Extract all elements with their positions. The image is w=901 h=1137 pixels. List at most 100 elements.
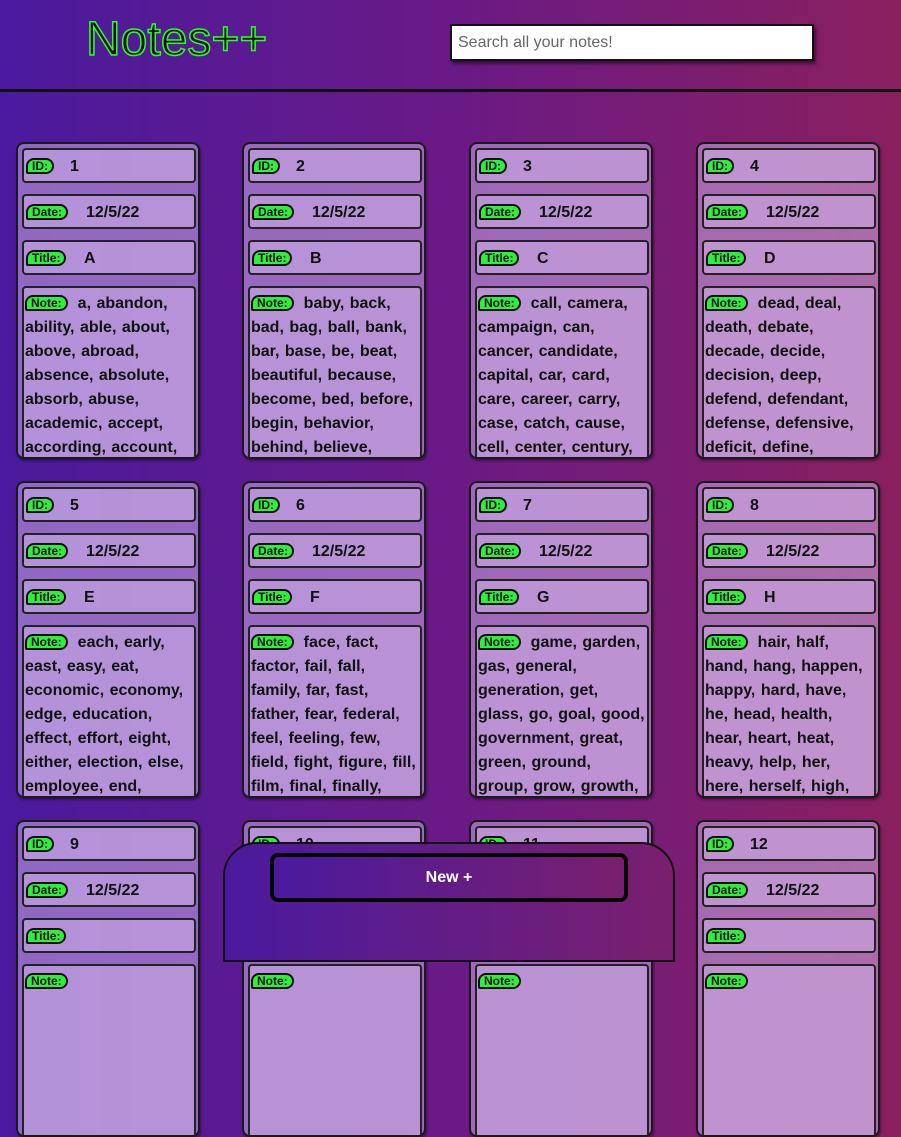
note-title-tag: Title:	[706, 928, 747, 944]
note-title-field: Title: E	[22, 579, 196, 614]
note-id-tag: ID:	[706, 497, 734, 513]
note-body: Note: each, early, east, easy, eat, econo…	[24, 631, 194, 796]
note-date-tag: Date:	[26, 204, 69, 220]
note-title-field: Title: D	[702, 240, 876, 275]
note-text: dead, deal, death, debate, decade, decid…	[705, 295, 854, 456]
note-id-tag: ID:	[706, 158, 734, 174]
note-title-field: Title: G	[475, 579, 649, 614]
note-date-tag: Date:	[252, 543, 295, 559]
note-title-value: B	[310, 250, 322, 267]
note-body: Note:	[704, 970, 874, 994]
note-card[interactable]: ID: 5 Date: 12/5/22 Title: E Note: each, early,…	[16, 481, 200, 798]
note-tag: Note:	[25, 634, 68, 650]
note-date-value: 12/5/22	[86, 204, 140, 221]
note-body: Note: hair, half, hand, hang, happen, hap…	[704, 631, 874, 796]
note-date-value: 12/5/22	[766, 543, 820, 560]
note-id-field: ID: 9	[22, 826, 196, 861]
note-body: Note: call, camera, campaign, can, cancer…	[477, 292, 647, 457]
note-body-field: Note:	[475, 964, 649, 1135]
note-body-field: Note: dead, deal, death, debate, decade, …	[702, 286, 876, 457]
note-date-value: 12/5/22	[86, 882, 140, 899]
note-card[interactable]: ID: 4 Date: 12/5/22 Title: D Note: dead, deal, …	[696, 142, 880, 459]
note-body-field: Note: call, camera, campaign, can, cancer…	[475, 286, 649, 457]
note-body-field: Note: game, garden, gas, general, generat…	[475, 625, 649, 796]
note-tag: Note:	[705, 295, 748, 311]
note-tag: Note:	[251, 973, 294, 989]
note-title-tag: Title:	[479, 250, 520, 266]
note-date-field: Date: 12/5/22	[22, 194, 196, 229]
note-body-field: Note:	[702, 964, 876, 1135]
note-title-field: Title:	[702, 918, 876, 953]
note-date-value: 12/5/22	[766, 204, 820, 221]
note-title-tag: Title:	[479, 589, 520, 605]
note-title-tag: Title:	[252, 250, 293, 266]
note-id-value: 9	[70, 836, 79, 853]
note-card[interactable]: ID: 3 Date: 12/5/22 Title: C Note: call, camera…	[469, 142, 653, 459]
note-id-value: 5	[70, 497, 79, 514]
note-id-value: 6	[296, 497, 305, 514]
note-text: face, fact, factor, fail, fall, family, …	[251, 634, 416, 795]
note-body-field: Note: a, abandon, ability, able, about, a…	[22, 286, 196, 457]
note-title-field: Title: C	[475, 240, 649, 275]
note-card[interactable]: ID: 9 Date: 12/5/22 Title: Note:	[16, 820, 200, 1137]
note-date-tag: Date:	[479, 204, 522, 220]
note-date-value: 12/5/22	[766, 882, 820, 899]
note-tag: Note:	[478, 973, 521, 989]
note-id-value: 12	[750, 836, 768, 853]
note-card[interactable]: ID: 12 Date: 12/5/22 Title: Note:	[696, 820, 880, 1137]
note-id-field: ID: 4	[702, 148, 876, 183]
note-id-tag: ID:	[252, 158, 280, 174]
note-text: baby, back, bad, bag, ball, bank, bar, b…	[251, 295, 414, 456]
note-tag: Note:	[705, 634, 748, 650]
note-title-tag: Title:	[26, 928, 67, 944]
note-title-value: A	[84, 250, 96, 267]
note-tag: Note:	[25, 295, 68, 311]
note-id-field: ID: 2	[248, 148, 422, 183]
note-id-value: 4	[750, 158, 759, 175]
note-tag: Note:	[478, 634, 521, 650]
note-title-value: H	[764, 589, 776, 606]
note-text: a, abandon, ability, able, about, above,…	[25, 295, 178, 456]
note-id-value: 1	[70, 158, 79, 175]
note-title-value: D	[764, 250, 776, 267]
note-title-value: E	[84, 589, 95, 606]
note-date-tag: Date:	[252, 204, 295, 220]
note-date-value: 12/5/22	[312, 204, 366, 221]
note-id-field: ID: 7	[475, 487, 649, 522]
note-card[interactable]: ID: 2 Date: 12/5/22 Title: B Note: baby, back, …	[242, 142, 426, 459]
note-title-value: C	[537, 250, 549, 267]
note-title-field: Title: H	[702, 579, 876, 614]
note-date-tag: Date:	[706, 543, 749, 559]
search-input[interactable]	[450, 24, 814, 61]
note-body: Note:	[477, 970, 647, 994]
note-text: each, early, east, easy, eat, economic, …	[25, 634, 184, 795]
note-date-tag: Date:	[706, 882, 749, 898]
note-id-tag: ID:	[252, 497, 280, 513]
note-id-tag: ID:	[479, 497, 507, 513]
note-body: Note: a, abandon, ability, able, about, a…	[24, 292, 194, 457]
note-text: hair, half, hand, hang, happen, happy, h…	[705, 634, 863, 795]
note-body: Note:	[250, 970, 420, 994]
note-body-field: Note: each, early, east, easy, eat, econo…	[22, 625, 196, 796]
app-logo: Notes++	[85, 12, 268, 67]
note-card[interactable]: ID: 8 Date: 12/5/22 Title: H Note: hair, half, …	[696, 481, 880, 798]
note-id-field: ID: 3	[475, 148, 649, 183]
note-date-value: 12/5/22	[312, 543, 366, 560]
note-date-field: Date: 12/5/22	[22, 872, 196, 907]
note-date-field: Date: 12/5/22	[248, 194, 422, 229]
note-card[interactable]: ID: 1 Date: 12/5/22 Title: A Note: a, abandon, …	[16, 142, 200, 459]
note-date-field: Date: 12/5/22	[475, 194, 649, 229]
note-card[interactable]: ID: 6 Date: 12/5/22 Title: F Note: face, fact, …	[242, 481, 426, 798]
new-note-button[interactable]: New +	[270, 853, 628, 902]
note-body-field: Note:	[248, 964, 422, 1135]
note-date-field: Date: 12/5/22	[702, 872, 876, 907]
note-tag: Note:	[251, 634, 294, 650]
note-card[interactable]: ID: 7 Date: 12/5/22 Title: G Note: game, garden…	[469, 481, 653, 798]
note-body-field: Note: face, fact, factor, fail, fall, fam…	[248, 625, 422, 796]
app-header: Notes++	[0, 0, 901, 92]
note-id-field: ID: 6	[248, 487, 422, 522]
note-id-tag: ID:	[26, 836, 54, 852]
note-id-field: ID: 5	[22, 487, 196, 522]
note-id-value: 8	[750, 497, 759, 514]
note-body: Note: dead, deal, death, debate, decade, …	[704, 292, 874, 457]
